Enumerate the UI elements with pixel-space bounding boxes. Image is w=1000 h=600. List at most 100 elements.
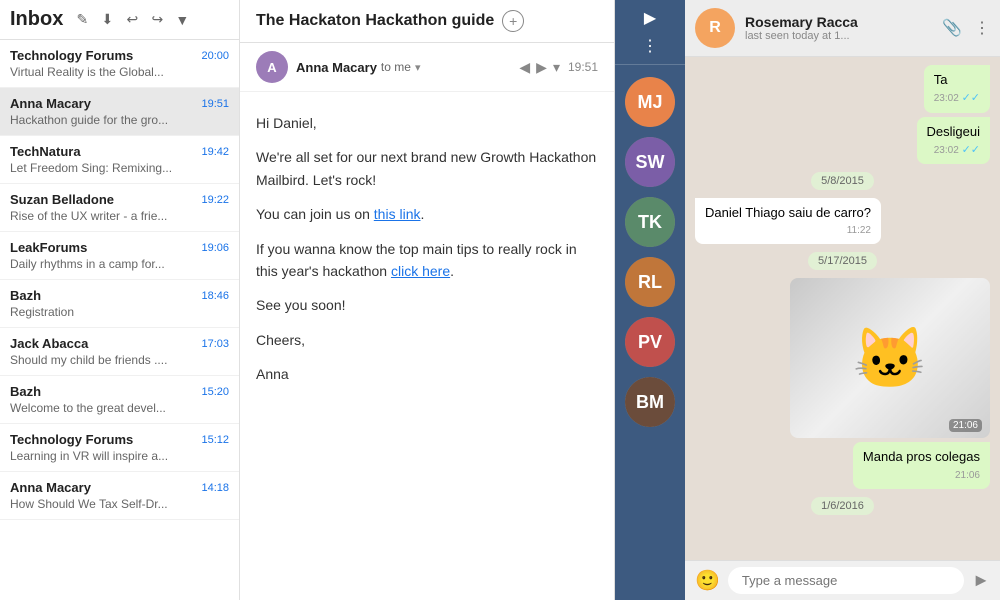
email-time: 15:20 [201, 386, 229, 398]
contact-avatar: MJ [625, 77, 675, 127]
msg-time: 11:22 [705, 224, 871, 238]
email-item[interactable]: Technology Forums 20:00 Virtual Reality … [0, 40, 239, 88]
email-item[interactable]: Bazh 15:20 Welcome to the great devel... [0, 376, 239, 424]
email-item[interactable]: TechNatura 19:42 Let Freedom Sing: Remix… [0, 136, 239, 184]
chat-header-icons: 📎 ⋮ [942, 18, 990, 38]
email-more-icon[interactable]: ▾ [553, 59, 560, 76]
sent-message: Manda pros colegas21:06 [853, 442, 990, 488]
sender-avatar: A [256, 51, 288, 83]
email-preview: Virtual Reality is the Global... [10, 65, 229, 79]
emoji-button[interactable]: 🙂 [695, 568, 720, 593]
contact-avatar: RL [625, 257, 675, 307]
email-sender: LeakForums [10, 240, 87, 255]
email-item[interactable]: Bazh 18:46 Registration [0, 280, 239, 328]
chat-top-icons: ▶ ⋮ [615, 8, 685, 65]
email-time: 19:22 [201, 194, 229, 206]
email-line4: See you soon! [256, 294, 598, 316]
email-preview: How Should We Tax Self-Dr... [10, 497, 229, 511]
msg-time: 23:02 ✓✓ [927, 143, 980, 158]
date-separator: 5/8/2015 [811, 172, 874, 190]
email-line2-post: . [420, 206, 424, 222]
email-content-panel: The Hackaton Hackathon guide + A Anna Ma… [240, 0, 615, 600]
chat-messages-icon[interactable]: ▶ [644, 8, 656, 28]
email-preview: Welcome to the great devel... [10, 401, 229, 415]
email-sender: Technology Forums [10, 432, 133, 447]
this-link[interactable]: this link [374, 206, 421, 222]
email-items-list: Technology Forums 20:00 Virtual Reality … [0, 40, 239, 600]
chat-contact-item[interactable]: MJ [625, 77, 675, 127]
chat-message-input[interactable] [728, 567, 964, 594]
email-subject: The Hackaton Hackathon guide [256, 12, 494, 30]
email-line2-pre: You can join us on [256, 206, 374, 222]
email-item[interactable]: Suzan Belladone 19:22 Rise of the UX wri… [0, 184, 239, 232]
email-line5: Cheers, [256, 329, 598, 351]
email-sender: Anna Macary [10, 480, 91, 495]
contact-avatar: TK [625, 197, 675, 247]
chat-contact-item[interactable]: SW [625, 137, 675, 187]
prev-email-icon[interactable]: ◀ [519, 59, 530, 76]
email-time: 15:12 [201, 434, 229, 446]
chat-attachment-icon[interactable]: 📎 [942, 18, 962, 38]
inbox-toolbar: ✎ ⬇ ↩ ↪ ▼ [71, 9, 193, 31]
date-separator: 5/17/2015 [808, 252, 877, 270]
received-message: Daniel Thiago saiu de carro? 11:22 [695, 198, 881, 244]
email-sender: Anna Macary [10, 96, 91, 111]
chat-header: R Rosemary Racca last seen today at 1...… [685, 0, 1000, 57]
email-nav-icons: ◀ ▶ ▾ [519, 59, 560, 76]
chat-send-button[interactable]: ► [972, 570, 990, 591]
chat-options-icon[interactable]: ⋮ [974, 18, 990, 38]
email-time: 20:00 [201, 50, 229, 62]
forward-icon[interactable]: ↪ [146, 9, 168, 31]
email-preview: Daily rhythms in a camp for... [10, 257, 229, 271]
chat-header-avatar: R [695, 8, 735, 48]
dropdown-icon[interactable]: ▼ [171, 9, 193, 31]
email-meta-bar: A Anna Macary to me ▾ ◀ ▶ ▾ 19:51 [240, 43, 614, 92]
email-item[interactable]: Anna Macary 19:51 Hackathon guide for th… [0, 88, 239, 136]
email-item[interactable]: Jack Abacca 17:03 Should my child be fri… [0, 328, 239, 376]
chat-contact-status: last seen today at 1... [745, 30, 932, 42]
msg-time: 21:06 [863, 469, 980, 483]
chat-contact-item[interactable]: PV [625, 317, 675, 367]
email-time: 14:18 [201, 482, 229, 494]
add-tab-button[interactable]: + [502, 10, 524, 32]
next-email-icon[interactable]: ▶ [536, 59, 547, 76]
email-item[interactable]: LeakForums 19:06 Daily rhythms in a camp… [0, 232, 239, 280]
email-subject-bar: The Hackaton Hackathon guide + [240, 0, 614, 43]
message-image: 🐱 21:06 [790, 278, 990, 438]
chat-more-icon[interactable]: ⋮ [642, 36, 658, 56]
image-time: 21:06 [949, 419, 982, 432]
email-time: 19:51 [201, 98, 229, 110]
reply-icon[interactable]: ↩ [121, 9, 143, 31]
email-sender: TechNatura [10, 144, 81, 159]
email-meta-info: Anna Macary to me ▾ [296, 60, 511, 75]
email-item[interactable]: Technology Forums 15:12 Learning in VR w… [0, 424, 239, 472]
email-preview: Should my child be friends .... [10, 353, 229, 367]
chat-contact-item[interactable]: BM [625, 377, 675, 427]
chat-contact-item[interactable]: RL [625, 257, 675, 307]
download-icon[interactable]: ⬇ [96, 9, 118, 31]
meta-expand-icon[interactable]: ▾ [415, 61, 421, 74]
email-sender: Suzan Belladone [10, 192, 114, 207]
contact-avatar: PV [625, 317, 675, 367]
msg-time: 23:02 ✓✓ [934, 91, 980, 106]
email-preview: Rise of the UX writer - a frie... [10, 209, 229, 223]
email-item[interactable]: Anna Macary 14:18 How Should We Tax Self… [0, 472, 239, 520]
email-sender: Bazh [10, 384, 41, 399]
email-preview: Let Freedom Sing: Remixing... [10, 161, 229, 175]
msg-text: Daniel Thiago saiu de carro? [705, 205, 871, 220]
chat-panel: ▶ ⋮ MJ SW TK RL PV BM R Rosemary Racca last s… [615, 0, 1000, 600]
email-body: Hi Daniel, We're all set for our next br… [240, 92, 614, 600]
chat-input-bar: 🙂 ► [685, 560, 1000, 600]
email-preview: Registration [10, 305, 229, 319]
email-time: 19:42 [201, 146, 229, 158]
click-here-link[interactable]: click here [391, 263, 450, 279]
date-separator: 1/6/2016 [811, 497, 874, 515]
meta-to: to me [381, 60, 411, 74]
contact-avatar: SW [625, 137, 675, 187]
sent-message: Ta23:02 ✓✓ [924, 65, 990, 113]
compose-icon[interactable]: ✎ [71, 9, 93, 31]
email-time: 18:46 [201, 290, 229, 302]
chat-contact-item[interactable]: TK [625, 197, 675, 247]
inbox-header: Inbox ✎ ⬇ ↩ ↪ ▼ [0, 0, 239, 40]
email-preview: Hackathon guide for the gro... [10, 113, 229, 127]
